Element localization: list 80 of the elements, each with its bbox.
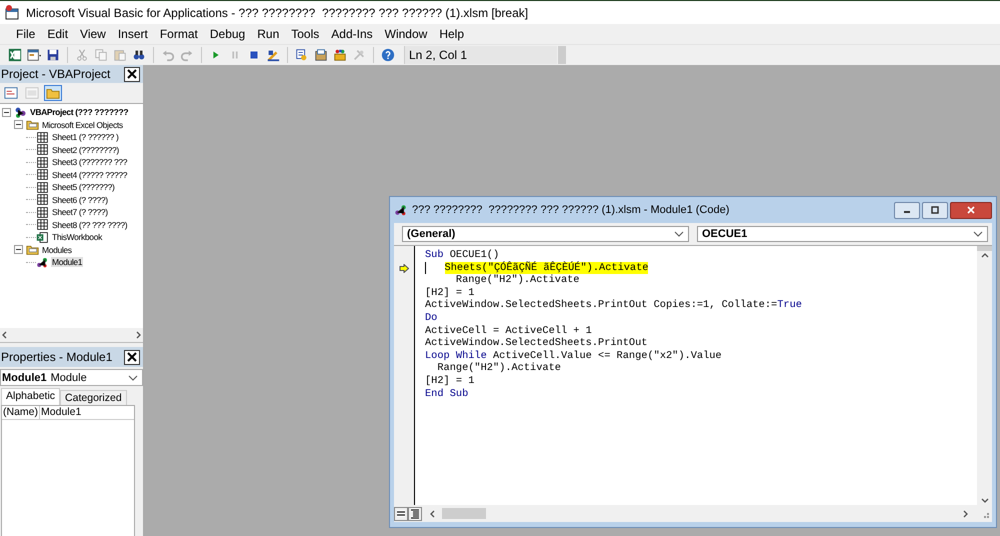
folder-icon[interactable] — [44, 85, 62, 101]
tree-item[interactable]: Sheet7 (? ????) — [51, 207, 109, 218]
module-icon — [36, 256, 49, 269]
menu-item[interactable]: View — [74, 27, 112, 41]
menu-item[interactable]: Debug — [204, 27, 252, 41]
procedure-dropdown[interactable]: OECUE1 — [697, 226, 988, 242]
sheet-icon — [36, 180, 49, 194]
sheet-icon — [36, 143, 49, 156]
code-line: End Sub — [425, 388, 468, 400]
menu-item[interactable]: Run — [251, 27, 286, 41]
property-name: (Name) — [2, 406, 40, 419]
module-icon — [394, 203, 408, 217]
code-line: ActiveCell = ActiveCell + 1 — [425, 324, 592, 338]
folder-icon — [26, 118, 39, 132]
code-line: [H2] = 1 — [425, 286, 474, 300]
minimize-button[interactable] — [894, 202, 920, 218]
tree-item[interactable]: Sheet6 (? ????) — [51, 194, 109, 205]
cursor-position: Ln 2, Col 1 — [404, 46, 557, 64]
collapse-icon[interactable] — [2, 108, 11, 117]
menu-item[interactable]: Insert — [112, 27, 154, 41]
collapse-icon[interactable] — [14, 120, 23, 130]
close-button[interactable] — [124, 350, 140, 364]
close-icon[interactable] — [127, 352, 137, 362]
menu-item[interactable]: Window — [378, 27, 434, 41]
menu-item[interactable]: Help — [433, 27, 470, 41]
help-icon[interactable] — [379, 46, 397, 64]
tree-item[interactable]: Sheet2 (????????) — [51, 144, 120, 155]
scroll-thumb[interactable] — [442, 508, 486, 519]
code-editor[interactable] — [415, 246, 977, 505]
menu-item[interactable]: Tools — [285, 27, 326, 41]
window-title: Microsoft Visual Basic for Applications - ??? ???????? ???????? ??? ?????? (1).xlsm [break] — [26, 6, 528, 20]
tree-item[interactable]: Sheet4 (????? ????? — [51, 170, 128, 180]
panel-title: Properties - Module1 — [1, 350, 112, 364]
scroll-thumb[interactable] — [977, 246, 992, 251]
object-dropdown[interactable]: Module1 Module — [0, 369, 143, 386]
code-line: Range("H2").Activate — [454, 274, 580, 287]
tree-item[interactable]: Sheet8 (?? ??? ????) — [51, 220, 128, 230]
sheet-icon — [36, 130, 49, 144]
tree-item[interactable]: Sheet1 (? ?????? ) — [51, 132, 120, 142]
code-line: Range("H2").Activate — [436, 362, 561, 375]
tree-item[interactable]: VBAProject (??? ??????? — [29, 107, 130, 118]
app-icon — [4, 4, 20, 20]
menu-item[interactable]: Edit — [41, 27, 74, 41]
sheet-icon — [36, 156, 49, 169]
code-line: [H2] = 1 — [425, 374, 474, 388]
menu-item[interactable]: File — [10, 27, 42, 41]
code-line: Loop While ActiveCell.Value <= Range("x2").Value — [425, 350, 722, 362]
sheet-icon — [36, 168, 49, 182]
tree-item[interactable]: ThisWorkbook — [51, 232, 103, 242]
tab[interactable]: Categorized — [60, 390, 127, 405]
sheet-icon — [36, 218, 49, 232]
tab[interactable]: Alphabetic — [1, 388, 60, 405]
folder-icon — [26, 243, 39, 256]
menu-item[interactable]: Format — [154, 27, 204, 41]
close-button[interactable] — [950, 202, 992, 218]
panel-title: Project - VBAProject — [1, 67, 110, 81]
code-line: ActiveWindow.SelectedSheets.PrintOut — [425, 337, 648, 350]
tree-item[interactable]: Sheet3 (??????? ??? — [51, 157, 128, 168]
property-value[interactable]: Module1 — [40, 406, 82, 419]
code-window-title: ??? ???????? ???????? ??? ?????? (1).xlsm - Module1 (Code) — [412, 204, 730, 216]
collapse-icon[interactable] — [14, 245, 23, 254]
workbook-icon — [36, 230, 49, 244]
sheet-icon — [36, 206, 49, 219]
tree-item[interactable]: Modules — [41, 244, 73, 255]
menu-item[interactable]: Add-Ins — [325, 27, 379, 41]
view-code-icon[interactable] — [2, 85, 20, 101]
close-button[interactable] — [124, 66, 140, 82]
project-icon — [14, 106, 27, 119]
code-line: Sub OECUE1() — [425, 249, 500, 261]
code-line: ActiveWindow.SelectedSheets.PrintOut Copies:=1, Collate:=True — [425, 299, 802, 312]
restore-button[interactable] — [922, 202, 948, 218]
restore-icon[interactable] — [930, 206, 940, 214]
tree-item[interactable]: Microsoft Excel Objects — [41, 120, 124, 130]
code-line: Do — [425, 312, 438, 325]
tree-item[interactable]: Module1 — [51, 257, 84, 268]
close-icon[interactable] — [127, 69, 137, 79]
tree-item[interactable]: Sheet5 (???????) — [51, 182, 116, 192]
object-dropdown[interactable]: (General) — [402, 226, 689, 242]
excel-icon[interactable] — [6, 46, 24, 64]
sheet-icon — [36, 193, 49, 206]
